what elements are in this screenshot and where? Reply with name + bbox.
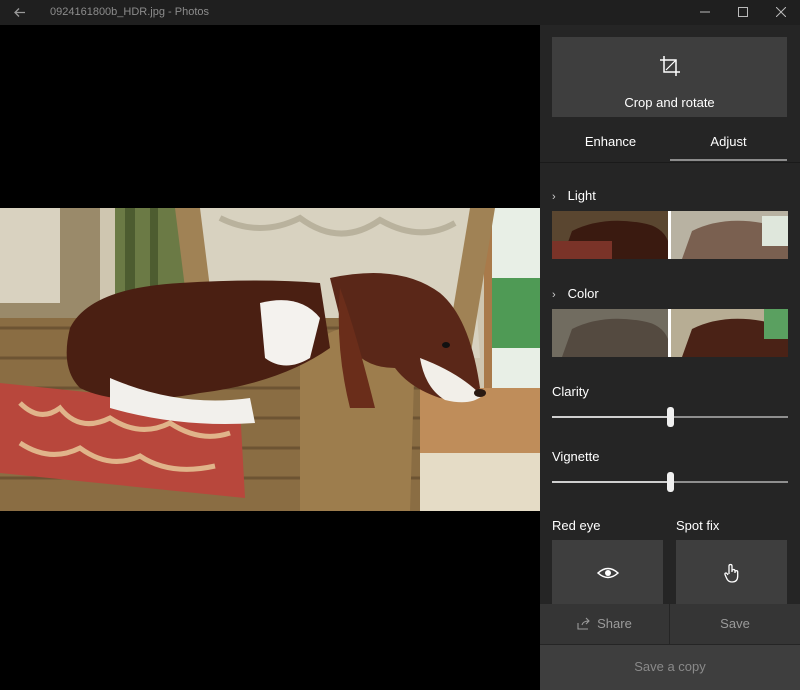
- color-label: Color: [567, 286, 599, 301]
- close-icon: [776, 7, 786, 17]
- save-a-copy-button[interactable]: Save a copy: [540, 645, 800, 690]
- arrow-left-icon[interactable]: [10, 3, 30, 22]
- share-label: Share: [597, 616, 632, 631]
- share-button[interactable]: Share: [540, 604, 669, 644]
- close-button[interactable]: [762, 0, 800, 25]
- divider: [540, 162, 800, 163]
- touch-hand-icon: [724, 563, 739, 583]
- chevron-right-icon: ›: [552, 289, 556, 301]
- spot-fix-label: Spot fix: [676, 518, 720, 533]
- vignette-label: Vignette: [552, 449, 600, 464]
- crop-icon: [659, 55, 681, 82]
- spot-fix-button[interactable]: [676, 540, 787, 604]
- photo-image: [0, 208, 540, 511]
- slider-fill: [552, 481, 671, 483]
- color-section-toggle[interactable]: › Color: [552, 286, 599, 301]
- tab-adjust[interactable]: Adjust: [670, 129, 787, 161]
- share-icon: [577, 617, 590, 630]
- slider-thumb[interactable]: [667, 472, 674, 492]
- title-bar: 0924161800b_HDR.jpg - Photos: [0, 0, 800, 25]
- light-label: Light: [567, 188, 596, 203]
- red-eye-button[interactable]: [552, 540, 663, 604]
- minimize-icon: [700, 11, 710, 13]
- maximize-button[interactable]: [724, 0, 762, 25]
- slider-fill: [552, 416, 671, 418]
- minimize-button[interactable]: [686, 0, 724, 25]
- edit-panel: Crop and rotate Enhance Adjust › Light ›…: [540, 25, 800, 690]
- crop-label: Crop and rotate: [624, 95, 715, 110]
- light-section-toggle[interactable]: › Light: [552, 188, 596, 203]
- tab-enhance[interactable]: Enhance: [552, 129, 669, 161]
- action-bar: Share Save Save a copy: [540, 604, 800, 690]
- light-preview-strip[interactable]: [552, 211, 788, 259]
- crop-and-rotate-button[interactable]: Crop and rotate: [552, 37, 787, 117]
- chevron-right-icon: ›: [552, 191, 556, 203]
- photo-canvas: [0, 25, 540, 690]
- preview-split-line: [668, 309, 671, 357]
- slider-thumb[interactable]: [667, 407, 674, 427]
- window-title: 0924161800b_HDR.jpg - Photos: [50, 6, 210, 18]
- clarity-label: Clarity: [552, 384, 589, 399]
- preview-split-line: [668, 211, 671, 259]
- maximize-icon: [738, 7, 748, 17]
- eye-icon: [597, 567, 619, 579]
- color-preview-strip[interactable]: [552, 309, 788, 357]
- red-eye-label: Red eye: [552, 518, 601, 533]
- save-button[interactable]: Save: [670, 604, 800, 644]
- clarity-slider[interactable]: [552, 407, 788, 427]
- vignette-slider[interactable]: [552, 472, 788, 492]
- edit-tabs: Enhance Adjust: [552, 129, 787, 161]
